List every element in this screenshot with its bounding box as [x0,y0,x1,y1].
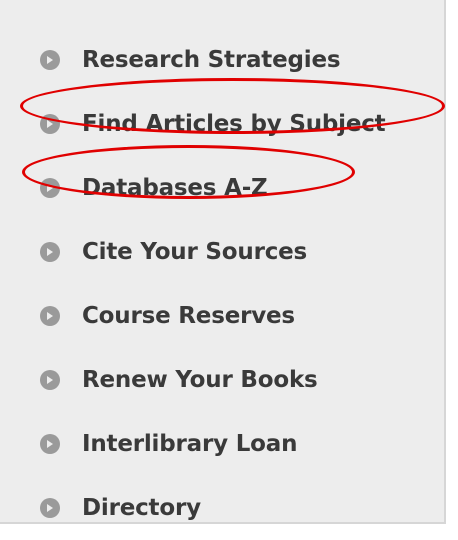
menu-item-label: Directory [82,495,201,521]
chevron-right-circle-icon [40,370,60,390]
chevron-right-circle-icon [40,50,60,70]
chevron-right-circle-icon [40,434,60,454]
menu-item-label: Cite Your Sources [82,239,308,265]
menu-item-find-articles-by-subject[interactable]: Find Articles by Subject [40,92,386,156]
menu-item-label: Renew Your Books [82,367,318,393]
menu-item-course-reserves[interactable]: Course Reserves [40,284,385,348]
chevron-right-circle-icon [40,114,60,134]
menu-item-label: Databases A-Z [82,175,268,201]
menu-item-label: Interlibrary Loan [82,431,298,457]
menu-item-research-strategies[interactable]: Research Strategies [40,28,385,92]
navigation-panel: Research Strategies Find Articles by Sub… [0,0,446,524]
chevron-right-circle-icon [40,242,60,262]
chevron-right-circle-icon [40,178,60,198]
menu-item-label: Course Reserves [82,303,295,329]
menu-item-interlibrary-loan[interactable]: Interlibrary Loan [40,412,385,476]
chevron-right-circle-icon [40,498,60,518]
menu-item-renew-your-books[interactable]: Renew Your Books [40,348,385,412]
menu-item-cite-your-sources[interactable]: Cite Your Sources [40,220,385,284]
menu-item-directory[interactable]: Directory [40,476,385,540]
menu-item-databases-a-z[interactable]: Databases A-Z [40,156,385,220]
menu-item-label: Find Articles by Subject [82,111,386,137]
menu-item-label: Research Strategies [82,47,341,73]
nav-menu: Research Strategies Find Articles by Sub… [40,28,386,540]
chevron-right-circle-icon [40,306,60,326]
